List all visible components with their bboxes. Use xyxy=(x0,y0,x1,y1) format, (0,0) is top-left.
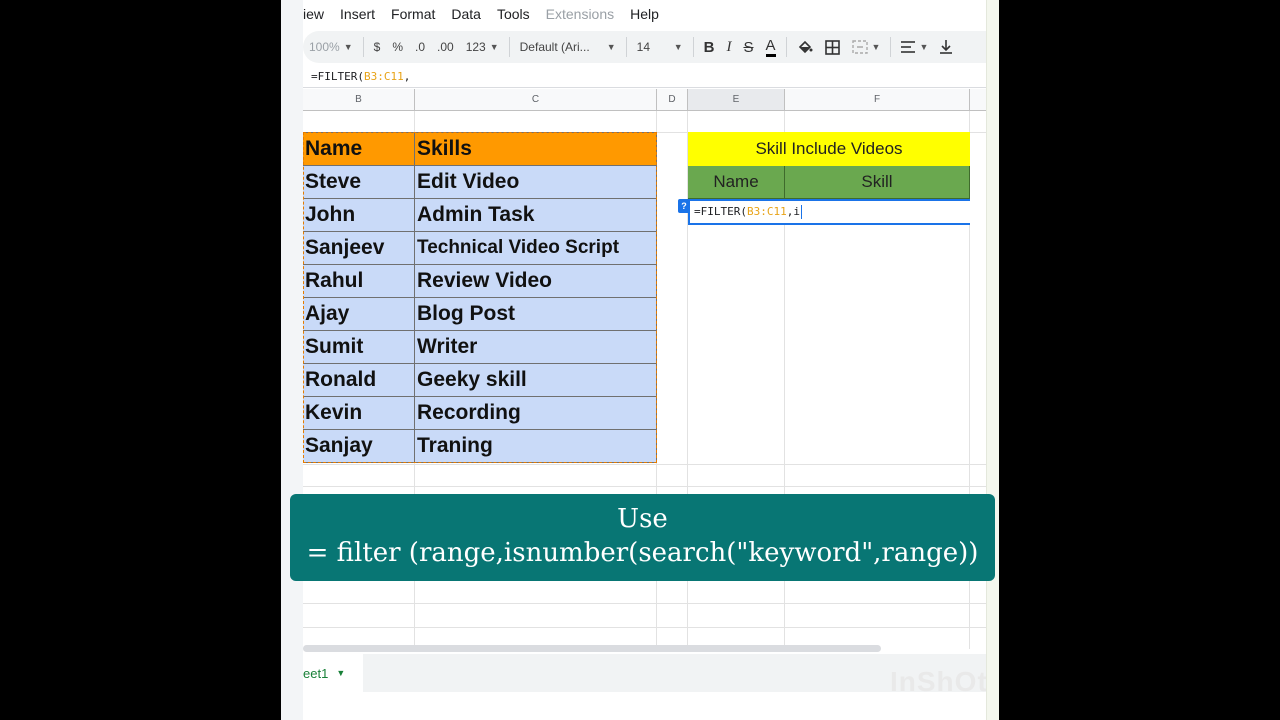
horizontal-scrollbar[interactable] xyxy=(303,645,881,652)
menu-extensions[interactable]: Extensions xyxy=(546,6,622,22)
font-select[interactable]: Default (Ari... ▼ xyxy=(514,35,622,59)
toolbar: 100% ▼ $ % .0 .00 123 ▼ Default (Ari... ▼ 1… xyxy=(303,31,987,63)
cell-header-skills[interactable]: Skills xyxy=(415,132,657,166)
cell-name[interactable]: John xyxy=(303,199,415,232)
formula-prefix: =FILTER( xyxy=(311,70,364,83)
active-cell-editor[interactable]: =FILTER(B3:C11,i xyxy=(688,199,970,225)
text-cursor xyxy=(800,205,802,219)
column-header-d[interactable]: D xyxy=(657,89,688,111)
currency-format-button[interactable]: $ xyxy=(368,35,387,59)
video-frame: iew Insert Format Data Tools Extensions … xyxy=(281,0,999,720)
font-size-select[interactable]: 14 ▼ xyxy=(631,35,689,59)
chevron-down-icon: ▼ xyxy=(871,42,881,52)
tip-banner-formula: = filter (range,isnumber(search("keyword… xyxy=(306,538,979,568)
cell-skill[interactable]: Geeky skill xyxy=(415,364,657,397)
column-header-c[interactable]: C xyxy=(415,89,657,111)
text-color-icon: A xyxy=(765,37,776,57)
gridline xyxy=(303,486,987,487)
sheet-tab-sheet1[interactable]: eet1 ▼ xyxy=(303,654,363,692)
cell-name[interactable]: Rahul xyxy=(303,265,415,298)
horizontal-align-button[interactable]: ▼ xyxy=(895,35,934,59)
chevron-down-icon: ▼ xyxy=(489,42,499,52)
formula-range-ref: B3:C11 xyxy=(363,70,404,83)
menu-bar: iew Insert Format Data Tools Extensions … xyxy=(303,0,987,28)
menu-format[interactable]: Format xyxy=(391,6,443,22)
cell-name[interactable]: Kevin xyxy=(303,397,415,430)
column-header-e[interactable]: E xyxy=(688,89,785,111)
chevron-down-icon: ▼ xyxy=(343,42,353,52)
toolbar-divider xyxy=(785,37,787,57)
merge-cells-icon xyxy=(851,40,868,54)
increase-decimal-button[interactable]: .00 xyxy=(431,35,460,59)
formula-prefix: =FILTER( xyxy=(694,205,747,218)
column-header-g[interactable] xyxy=(970,89,987,111)
formula-bar[interactable]: =FILTER(B3:C11, xyxy=(303,66,987,88)
text-color-button[interactable]: A xyxy=(760,35,782,59)
result-header-name[interactable]: Name xyxy=(688,166,785,199)
right-margin-strip xyxy=(986,0,999,720)
cell-header-name[interactable]: Name xyxy=(303,132,415,166)
column-header-b[interactable]: B xyxy=(303,89,415,111)
cell-name[interactable]: Sanjay xyxy=(303,430,415,463)
bold-button[interactable]: B xyxy=(698,35,721,59)
formula-suffix: ,i xyxy=(786,205,800,218)
gridline xyxy=(303,627,987,628)
cell-skill[interactable]: Blog Post xyxy=(415,298,657,331)
menu-view[interactable]: iew xyxy=(303,6,332,22)
menu-help[interactable]: Help xyxy=(630,6,667,22)
toolbar-divider xyxy=(362,37,364,57)
column-header-f[interactable]: F xyxy=(785,89,970,111)
strikethrough-button[interactable]: S xyxy=(737,35,759,59)
cell-skill[interactable]: Traning xyxy=(415,430,657,463)
cell-skill[interactable]: Admin Task xyxy=(415,199,657,232)
cell-name[interactable]: Steve xyxy=(303,166,415,199)
borders-button[interactable] xyxy=(819,35,846,59)
left-margin-strip xyxy=(281,0,303,720)
merge-cells-button[interactable]: ▼ xyxy=(846,35,887,59)
cell-name[interactable]: Sumit xyxy=(303,331,415,364)
zoom-select[interactable]: 100% ▼ xyxy=(303,35,359,59)
cell-skill[interactable]: Writer xyxy=(415,331,657,364)
menu-tools[interactable]: Tools xyxy=(497,6,538,22)
chevron-down-icon: ▼ xyxy=(606,42,616,52)
bottom-margin xyxy=(303,692,987,720)
align-left-icon xyxy=(901,41,916,53)
chevron-down-icon: ▼ xyxy=(673,42,683,52)
paint-bucket-icon xyxy=(798,40,813,54)
decrease-decimal-button[interactable]: .0 xyxy=(409,35,431,59)
italic-button[interactable]: I xyxy=(720,35,737,59)
vertical-align-button[interactable] xyxy=(934,35,958,59)
borders-icon xyxy=(824,39,840,55)
formula-suffix: , xyxy=(403,70,411,83)
filter-title-cell[interactable]: Skill Include Videos xyxy=(688,132,970,166)
formula-range-ref: B3:C11 xyxy=(746,205,787,218)
cell-name[interactable]: Sanjeev xyxy=(303,232,415,265)
toolbar-divider xyxy=(692,37,694,57)
cell-skill[interactable]: Technical Video Script xyxy=(415,232,657,265)
chevron-down-icon: ▼ xyxy=(336,668,346,678)
fill-color-button[interactable] xyxy=(791,35,819,59)
cell-skill[interactable]: Review Video xyxy=(415,265,657,298)
spreadsheet-app: iew Insert Format Data Tools Extensions … xyxy=(303,0,999,720)
cell-skill[interactable]: Recording xyxy=(415,397,657,430)
gridline xyxy=(303,603,987,604)
sheet-tab-bar: eet1 ▼ xyxy=(303,654,987,692)
align-bottom-icon xyxy=(940,40,953,54)
more-formats-button[interactable]: 123 ▼ xyxy=(460,35,505,59)
cell-name[interactable]: Ronald xyxy=(303,364,415,397)
chevron-down-icon: ▼ xyxy=(919,42,929,52)
cell-name[interactable]: Ajay xyxy=(303,298,415,331)
menu-insert[interactable]: Insert xyxy=(340,6,383,22)
menu-data[interactable]: Data xyxy=(451,6,489,22)
toolbar-divider xyxy=(508,37,510,57)
cell-skill[interactable]: Edit Video xyxy=(415,166,657,199)
toolbar-divider xyxy=(890,37,892,57)
result-header-skill[interactable]: Skill xyxy=(785,166,970,199)
tip-banner: Use = filter (range,isnumber(search("key… xyxy=(290,494,995,581)
tip-banner-title: Use xyxy=(617,504,668,534)
percent-format-button[interactable]: % xyxy=(386,35,409,59)
gridline xyxy=(303,464,987,465)
toolbar-divider xyxy=(625,37,627,57)
